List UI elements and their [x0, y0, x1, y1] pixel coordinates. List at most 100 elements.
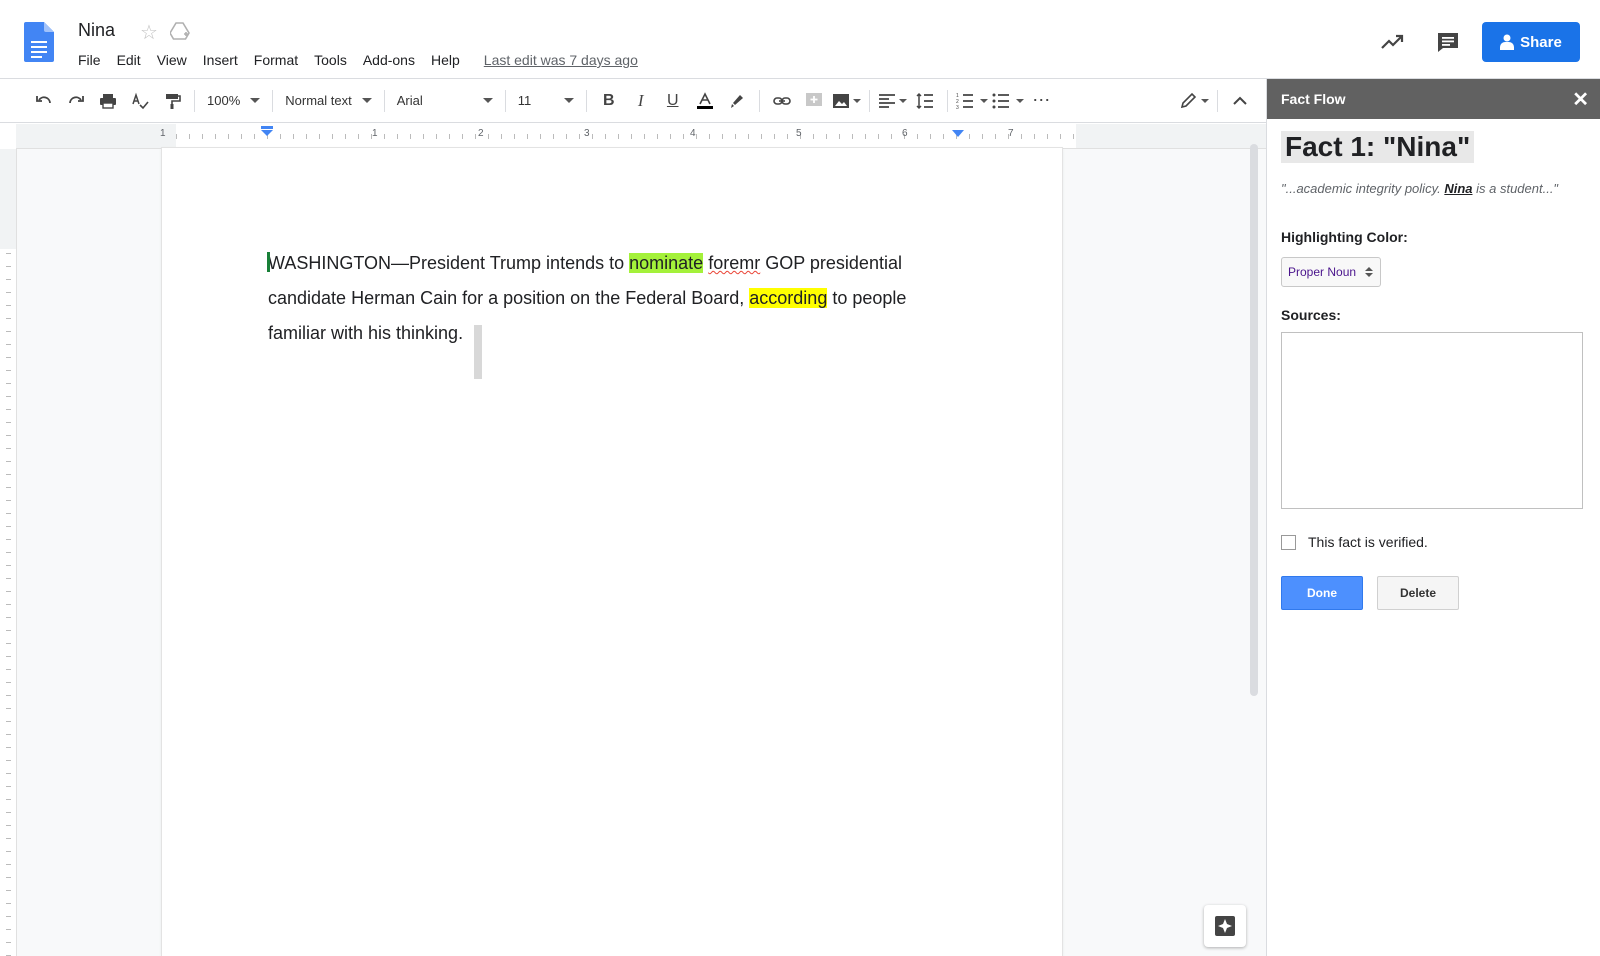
chevron-down-icon [898, 98, 907, 103]
print-icon[interactable] [94, 87, 122, 115]
vertical-ruler[interactable] [0, 149, 17, 956]
highlighting-color-select[interactable]: Proper Noun [1281, 257, 1381, 287]
sidebar-header: Fact Flow ✕ [1267, 79, 1600, 119]
menu-edit[interactable]: Edit [109, 52, 149, 68]
menu-tools[interactable]: Tools [306, 52, 355, 68]
add-comment-icon[interactable] [800, 87, 828, 115]
activity-trend-icon[interactable] [1380, 30, 1404, 54]
paragraph-style-select[interactable]: Normal text [279, 93, 377, 108]
italic-icon[interactable]: I [627, 87, 655, 115]
misspelled-word[interactable]: foremr [708, 253, 760, 273]
highlighted-fact-nominate[interactable]: nominate [629, 253, 704, 273]
insert-link-icon[interactable] [768, 87, 796, 115]
undo-icon[interactable] [30, 87, 58, 115]
right-indent-marker-icon[interactable] [952, 130, 964, 138]
menu-bar: File Edit View Insert Format Tools Add-o… [70, 52, 638, 68]
close-icon[interactable]: ✕ [1572, 87, 1589, 112]
ruler-text-area [176, 124, 1076, 148]
insert-image-icon[interactable] [832, 87, 861, 115]
explore-button[interactable] [1204, 905, 1246, 947]
align-left-icon[interactable] [878, 87, 907, 115]
menu-help[interactable]: Help [423, 52, 468, 68]
chevron-down-icon [482, 98, 493, 103]
quote-text: "...academic integrity policy. [1281, 181, 1445, 196]
highlight-color-icon[interactable] [723, 87, 751, 115]
quote-text: is a student..." [1472, 181, 1559, 196]
redo-icon[interactable] [62, 87, 90, 115]
comments-icon[interactable] [1436, 30, 1460, 54]
chevron-down-icon [852, 98, 861, 103]
toolbar-separator [585, 89, 587, 112]
font-select[interactable]: Arial [391, 93, 499, 108]
font-value: Arial [396, 93, 423, 108]
toolbar-separator [1217, 89, 1218, 112]
highlighting-color-value: Proper Noun [1288, 265, 1357, 279]
toolbar-separator [504, 89, 506, 112]
share-button[interactable]: Share [1482, 22, 1580, 62]
menu-view[interactable]: View [149, 52, 195, 68]
left-indent-marker-icon[interactable] [260, 126, 274, 138]
document-body-text[interactable]: WASHINGTON—President Trump intends to no… [268, 246, 958, 351]
chevron-down-icon [250, 98, 261, 103]
verified-row[interactable]: This fact is verified. [1281, 534, 1428, 550]
chevron-down-icon [1015, 98, 1024, 103]
zoom-value: 100% [207, 93, 241, 108]
toolbar-separator [946, 89, 948, 112]
done-button[interactable]: Done [1281, 576, 1363, 610]
vertical-ruler-margin [0, 149, 16, 249]
star-icon[interactable]: ☆ [140, 20, 158, 45]
horizontal-ruler[interactable]: 1 1 2 3 4 5 6 7 [16, 124, 1266, 149]
highlighted-fact-according[interactable]: according [749, 288, 828, 308]
explore-sparkle-icon [1215, 916, 1235, 936]
toolbar-separator [868, 89, 870, 112]
toolbar-separator [383, 89, 385, 112]
spellcheck-icon[interactable] [126, 87, 154, 115]
document-title[interactable]: Nina [78, 20, 115, 41]
menu-format[interactable]: Format [246, 52, 306, 68]
verified-label: This fact is verified. [1308, 534, 1428, 550]
toolbar-separator [272, 89, 274, 112]
ruler-number: 1 [160, 128, 166, 139]
ruler-number: 3 [584, 128, 590, 139]
delete-button[interactable]: Delete [1377, 576, 1459, 610]
menu-addons[interactable]: Add-ons [355, 52, 423, 68]
sidebar-title: Fact Flow [1281, 91, 1346, 107]
sources-textarea[interactable] [1281, 332, 1583, 509]
underline-icon[interactable]: U [659, 87, 687, 115]
bulleted-list-icon[interactable] [992, 87, 1024, 115]
chevron-down-icon [1201, 98, 1209, 103]
menu-file[interactable]: File [70, 52, 109, 68]
font-size-select[interactable]: 11 [512, 93, 580, 108]
document-scrollbar[interactable] [1250, 144, 1258, 696]
move-to-drive-icon[interactable] [170, 22, 190, 40]
paint-format-icon[interactable] [158, 87, 186, 115]
svg-text:3: 3 [956, 105, 959, 110]
numbered-list-icon[interactable]: 123 [956, 87, 988, 115]
person-icon [1500, 34, 1515, 50]
toolbar-separator [758, 89, 760, 112]
highlighting-color-label: Highlighting Color: [1281, 229, 1408, 245]
text-color-icon[interactable] [691, 87, 719, 115]
docs-header: Nina ☆ File Edit View Insert Format Tool… [0, 0, 1600, 79]
collaborator-cursor [267, 252, 270, 272]
more-options-icon[interactable]: ⋯ [1028, 87, 1056, 115]
fact-flow-sidebar: Fact Flow ✕ Fact 1: "Nina" "...academic … [1266, 79, 1600, 956]
fact-quote: "...academic integrity policy. Nina is a… [1281, 179, 1571, 199]
select-arrows-icon [1365, 267, 1374, 277]
quote-highlight: Nina [1444, 181, 1473, 196]
text-cursor-block [474, 325, 482, 379]
style-value: Normal text [285, 93, 352, 108]
chevron-down-icon [563, 98, 574, 103]
chevron-down-icon [979, 98, 988, 103]
bold-icon[interactable]: B [595, 87, 623, 115]
last-edit-link[interactable]: Last edit was 7 days ago [484, 52, 638, 68]
ruler-number: 2 [478, 128, 484, 139]
google-docs-logo-icon[interactable] [24, 22, 54, 62]
verified-checkbox[interactable] [1281, 534, 1296, 550]
editing-mode-icon[interactable] [1179, 87, 1209, 115]
sources-label: Sources: [1281, 307, 1341, 323]
menu-insert[interactable]: Insert [195, 52, 246, 68]
line-spacing-icon[interactable] [911, 87, 939, 115]
collapse-menu-icon[interactable] [1226, 87, 1254, 115]
zoom-select[interactable]: 100% [201, 93, 266, 108]
